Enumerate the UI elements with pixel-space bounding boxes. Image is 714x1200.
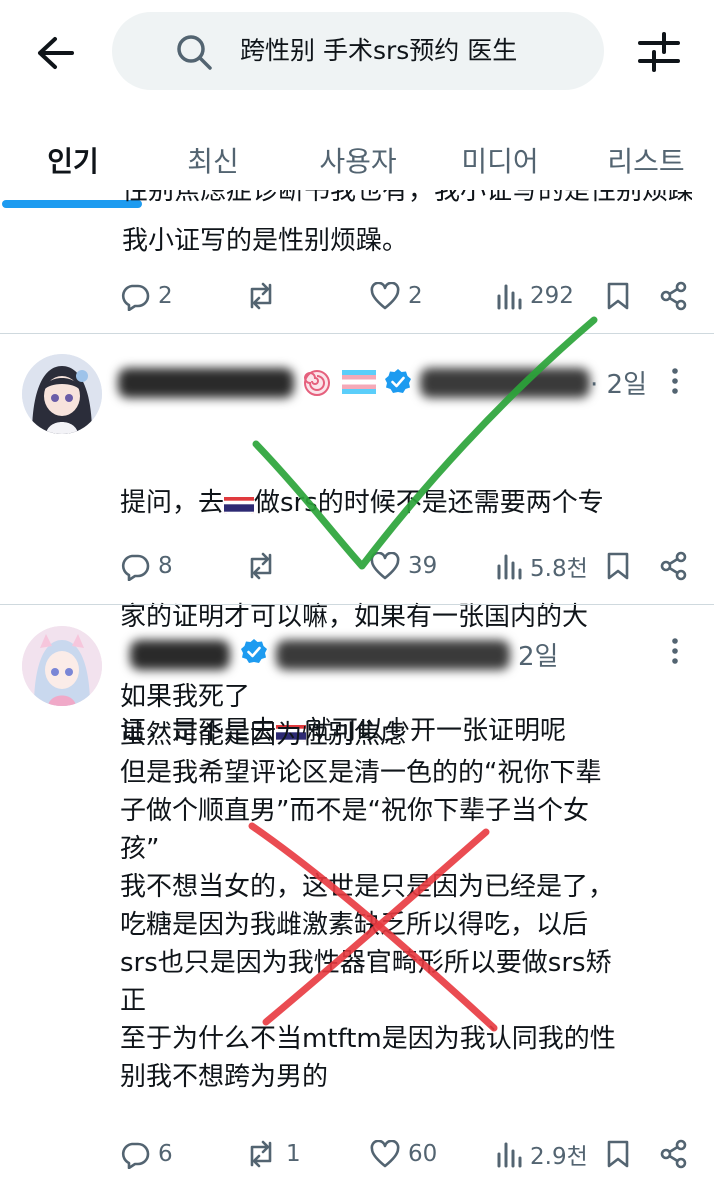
bookmark-icon <box>607 282 629 310</box>
bookmark-button[interactable] <box>606 1134 630 1174</box>
share-button[interactable] <box>660 276 688 316</box>
bookmark-icon <box>607 1140 629 1168</box>
reply-icon <box>121 554 150 581</box>
views-button[interactable]: 2.9천 <box>496 1134 588 1174</box>
active-tab-indicator <box>2 200 142 208</box>
reply-button[interactable]: 8 <box>120 546 173 586</box>
views-button[interactable]: 292 <box>496 276 574 316</box>
share-icon <box>660 1139 687 1169</box>
timestamp[interactable]: 2일 <box>518 636 558 673</box>
filter-sliders-icon[interactable] <box>636 30 682 74</box>
back-arrow-icon[interactable] <box>30 30 80 76</box>
top-bar: 跨性别 手术srs预约 医生 <box>0 0 714 110</box>
tweet-divider <box>0 604 714 605</box>
views-icon <box>497 1142 522 1168</box>
tab-people[interactable]: 사용자 <box>310 136 406 188</box>
reply-count: 8 <box>158 553 173 579</box>
more-icon[interactable] <box>670 636 680 666</box>
bookmark-button[interactable] <box>606 276 630 316</box>
share-icon <box>660 281 687 311</box>
more-icon[interactable] <box>670 366 680 396</box>
like-button[interactable]: 39 <box>370 546 437 586</box>
reply-button[interactable]: 2 <box>120 276 173 316</box>
avatar-illustration <box>22 626 102 706</box>
retweet-button[interactable]: 1 <box>244 1134 301 1174</box>
retweet-icon <box>250 552 272 580</box>
timestamp[interactable]: · 2일 <box>590 364 647 401</box>
like-button[interactable]: 2 <box>370 276 423 316</box>
retweet-button[interactable] <box>244 276 286 316</box>
avatar[interactable] <box>22 626 102 706</box>
tweet-1-text: 我小证写的是性别烦躁。 <box>122 226 409 256</box>
lollipop-icon <box>302 368 332 398</box>
like-icon <box>370 282 400 310</box>
blurred-handle <box>420 368 590 398</box>
like-count: 60 <box>408 1141 438 1167</box>
like-count: 2 <box>408 283 423 309</box>
transgender-flag-icon <box>342 370 376 394</box>
views-icon <box>497 284 522 310</box>
thailand-flag-icon <box>224 492 255 514</box>
reply-button[interactable]: 6 <box>120 1134 173 1174</box>
reply-count: 2 <box>158 283 173 309</box>
tab-latest[interactable]: 최신 <box>180 136 246 188</box>
views-count: 2.9천 <box>530 1144 588 1170</box>
retweet-count: 1 <box>286 1141 301 1167</box>
tab-lists[interactable]: 리스트 <box>598 136 694 188</box>
views-count: 292 <box>530 283 574 309</box>
share-icon <box>660 551 687 581</box>
blurred-handle <box>276 640 510 670</box>
bookmark-icon <box>607 552 629 580</box>
reply-count: 6 <box>158 1141 173 1167</box>
bookmark-button[interactable] <box>606 546 630 586</box>
like-button[interactable]: 60 <box>370 1134 437 1174</box>
views-count: 5.8천 <box>530 556 588 582</box>
reply-icon <box>121 1142 150 1169</box>
avatar[interactable] <box>22 354 102 434</box>
reply-icon <box>121 284 150 311</box>
retweet-button[interactable] <box>244 546 286 586</box>
blurred-display-name <box>118 368 294 398</box>
tweet-1-partial-line: 性别焦虑症诊断书我也有，我小证写的是性别烦躁。 <box>122 190 692 206</box>
retweet-icon <box>250 1140 272 1168</box>
blurred-display-name <box>130 640 230 670</box>
like-icon <box>370 1140 400 1168</box>
search-field[interactable]: 跨性别 手术srs预约 医生 <box>112 12 604 90</box>
share-button[interactable] <box>660 546 688 586</box>
retweet-icon <box>250 282 272 310</box>
verified-icon <box>385 369 411 393</box>
tab-top[interactable]: 인기 <box>42 136 104 188</box>
avatar-illustration <box>22 354 102 434</box>
tweet-divider <box>0 333 714 334</box>
views-icon <box>497 554 522 580</box>
like-icon <box>370 552 400 580</box>
tab-media[interactable]: 미디어 <box>452 136 548 188</box>
search-icon <box>177 35 212 70</box>
search-query-text[interactable]: 跨性别 手术srs预约 医生 <box>240 12 517 90</box>
verified-icon <box>241 639 267 663</box>
like-count: 39 <box>408 553 438 579</box>
share-button[interactable] <box>660 1134 688 1174</box>
tweet-3-text: 如果我死了 虽然可能是因为性别焦虑 但是我希望评论区是清一色的的“祝你下辈 子做… <box>120 682 616 1092</box>
views-button[interactable]: 5.8천 <box>496 546 588 586</box>
